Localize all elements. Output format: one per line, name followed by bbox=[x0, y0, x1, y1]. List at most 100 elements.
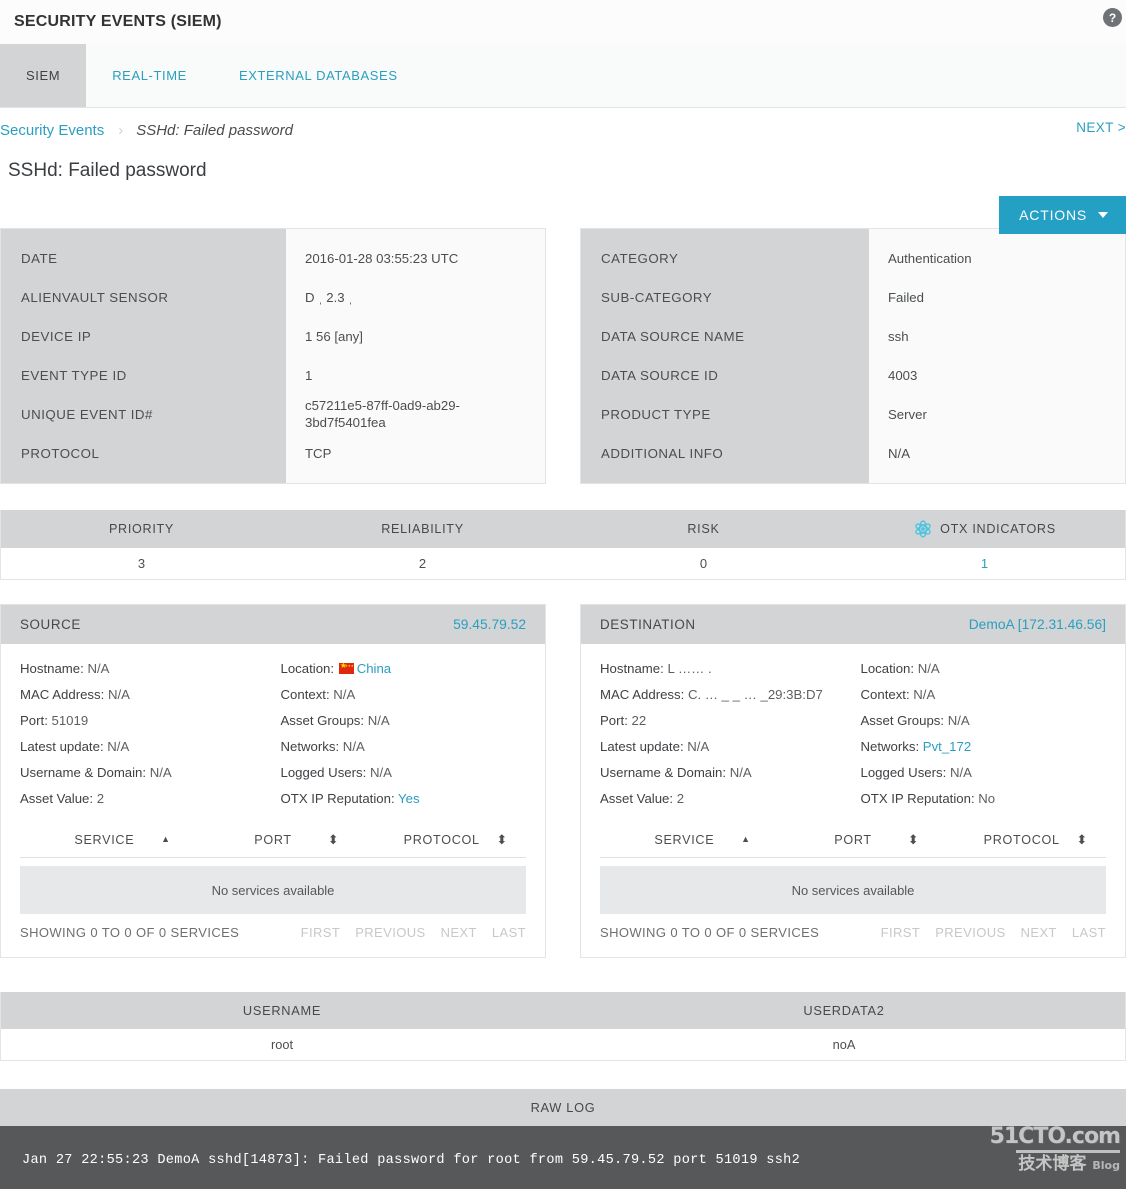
destination-card-body: Hostname: L …… . MAC Address: C. … _ _ …… bbox=[581, 644, 1125, 957]
metrics-value-otx-indicators[interactable]: 1 bbox=[844, 556, 1125, 571]
source-pager-first[interactable]: FIRST bbox=[301, 925, 341, 940]
metrics-header-row: PRIORITY RELIABILITY RISK OTX INDICATORS bbox=[1, 510, 1125, 548]
info-label-category: CATEGORY bbox=[601, 251, 679, 266]
source-services-col-service[interactable]: SERVICE bbox=[20, 833, 189, 847]
destination-pager-next[interactable]: NEXT bbox=[1021, 925, 1057, 940]
source-pager-next[interactable]: NEXT bbox=[441, 925, 477, 940]
destination-location: Location: N/A bbox=[860, 661, 940, 676]
event-info-right-labels: CATEGORY SUB-CATEGORY DATA SOURCE NAME D… bbox=[581, 229, 869, 483]
source-col-service-label: SERVICE bbox=[74, 832, 135, 847]
source-mac-key: MAC Address bbox=[20, 687, 101, 702]
sort-both-icon[interactable] bbox=[328, 833, 340, 847]
sort-both-icon[interactable] bbox=[1076, 833, 1088, 847]
destination-pager-previous[interactable]: PREVIOUS bbox=[935, 925, 1005, 940]
sort-both-icon[interactable] bbox=[908, 833, 920, 847]
source-ip-link[interactable]: 59.45.79.52 bbox=[453, 617, 526, 632]
source-services-col-protocol[interactable]: PROTOCOL bbox=[357, 833, 526, 847]
raw-log-section: RAW LOG Jan 27 22:55:23 DemoA sshd[14873… bbox=[0, 1089, 1126, 1189]
info-value-sub-category: Failed bbox=[888, 290, 924, 305]
source-username-domain: Username & Domain: N/A bbox=[20, 765, 172, 780]
chevron-down-icon bbox=[1098, 212, 1108, 218]
destination-pager-last[interactable]: LAST bbox=[1072, 925, 1106, 940]
source-asset-groups: Asset Groups: N/A bbox=[280, 713, 390, 728]
actions-row: ACTIONS bbox=[0, 182, 1126, 234]
source-port-value: 51019 bbox=[51, 713, 89, 728]
source-asset-value: Asset Value: 2 bbox=[20, 791, 105, 806]
sort-asc-icon[interactable] bbox=[741, 834, 751, 845]
destination-networks-key: Networks bbox=[860, 739, 916, 754]
source-otx-rep-key: OTX IP Reputation bbox=[280, 791, 391, 806]
app-header: SECURITY EVENTS (SIEM) ? bbox=[0, 0, 1126, 44]
destination-services-header: SERVICE PORT PROTOCOL bbox=[600, 822, 1106, 858]
next-event-link[interactable]: NEXT > bbox=[1076, 120, 1126, 135]
destination-hostname-value: L …… . bbox=[667, 661, 712, 676]
destination-col-service-label: SERVICE bbox=[654, 832, 715, 847]
security-events-page: SECURITY EVENTS (SIEM) ? SIEM REAL-TIME … bbox=[0, 0, 1126, 1189]
destination-hostname: Hostname: L …… . bbox=[600, 661, 712, 676]
info-value-alienvault-sensor: D ˌ 2.3 ˌ bbox=[305, 290, 353, 305]
metrics-header-otx-label: OTX INDICATORS bbox=[940, 522, 1056, 536]
info-label-date: DATE bbox=[21, 251, 58, 266]
sort-both-icon[interactable] bbox=[496, 833, 508, 847]
user-data-cell-userdata2: noA bbox=[832, 1037, 856, 1052]
info-value-product-type: Server bbox=[888, 407, 927, 422]
source-otx-rep-value[interactable]: Yes bbox=[398, 791, 420, 806]
destination-pager-first[interactable]: FIRST bbox=[881, 925, 921, 940]
breadcrumb-current: SSHd: Failed password bbox=[136, 121, 293, 139]
info-value-data-source-id: 4003 bbox=[888, 368, 918, 383]
raw-log-title: RAW LOG bbox=[0, 1089, 1126, 1126]
user-data-table: USERNAME USERDATA2 root noA bbox=[0, 992, 1126, 1061]
destination-services-col-port[interactable]: PORT bbox=[769, 833, 938, 847]
source-hostname: Hostname: N/A bbox=[20, 661, 110, 676]
source-username-key: Username & Domain bbox=[20, 765, 143, 780]
event-info-right-values: Authentication Failed ssh 4003 Server N/… bbox=[869, 229, 1125, 483]
destination-services-pager: FIRST PREVIOUS NEXT LAST bbox=[881, 925, 1106, 940]
source-services-pager: FIRST PREVIOUS NEXT LAST bbox=[301, 925, 526, 940]
source-hostname-value: N/A bbox=[87, 661, 110, 676]
destination-asset-groups-value: N/A bbox=[947, 713, 970, 728]
destination-services-col-service[interactable]: SERVICE bbox=[600, 833, 769, 847]
breadcrumb-root-link[interactable]: Security Events bbox=[0, 122, 104, 139]
metrics-value-risk: 0 bbox=[699, 556, 708, 571]
help-icon[interactable]: ? bbox=[1103, 8, 1122, 27]
tab-siem[interactable]: SIEM bbox=[0, 44, 87, 107]
destination-username-domain: Username & Domain: N/A bbox=[600, 765, 752, 780]
source-context: Context: N/A bbox=[280, 687, 356, 702]
info-value-protocol: TCP bbox=[305, 446, 332, 461]
destination-title: DESTINATION bbox=[600, 617, 696, 632]
tab-external-databases[interactable]: EXTERNAL DATABASES bbox=[213, 44, 424, 107]
metrics-header-otx-indicators: OTX INDICATORS bbox=[844, 519, 1125, 539]
source-networks: Networks: N/A bbox=[280, 739, 365, 754]
source-left-fields: Hostname: N/A MAC Address: N/A Port: 510… bbox=[20, 656, 266, 812]
source-asset-value-value: 2 bbox=[96, 791, 105, 806]
destination-networks-value[interactable]: Pvt_172 bbox=[923, 739, 971, 754]
source-location-value[interactable]: China bbox=[357, 661, 391, 676]
destination-username-key: Username & Domain bbox=[600, 765, 723, 780]
source-services-col-port[interactable]: PORT bbox=[189, 833, 358, 847]
source-logged-users: Logged Users: N/A bbox=[280, 765, 392, 780]
destination-latest-update: Latest update: N/A bbox=[600, 739, 710, 754]
destination-services-col-protocol[interactable]: PROTOCOL bbox=[937, 833, 1106, 847]
source-latest-update-value: N/A bbox=[107, 739, 130, 754]
actions-button[interactable]: ACTIONS bbox=[999, 196, 1126, 234]
source-location: Location: China bbox=[281, 656, 527, 682]
source-networks-key: Networks bbox=[280, 739, 336, 754]
source-asset-groups-key: Asset Groups bbox=[280, 713, 361, 728]
user-data-cell-username: root bbox=[270, 1037, 294, 1052]
info-value-category: Authentication bbox=[888, 251, 972, 266]
tab-real-time[interactable]: REAL-TIME bbox=[86, 44, 213, 107]
destination-ip-link[interactable]: DemoA [172.31.46.56] bbox=[969, 617, 1106, 632]
event-info-left-labels: DATE ALIENVAULT SENSOR DEVICE IP EVENT T… bbox=[1, 229, 286, 483]
source-pager-previous[interactable]: PREVIOUS bbox=[355, 925, 425, 940]
source-services-footer: SHOWING 0 TO 0 OF 0 SERVICES FIRST PREVI… bbox=[20, 914, 526, 951]
info-value-device-ip: 1 56 [any] bbox=[305, 329, 363, 344]
source-services-header: SERVICE PORT PROTOCOL bbox=[20, 822, 526, 858]
destination-otx-rep-value: No bbox=[978, 791, 996, 806]
event-info-left-card: DATE ALIENVAULT SENSOR DEVICE IP EVENT T… bbox=[0, 228, 546, 484]
source-pager-last[interactable]: LAST bbox=[492, 925, 526, 940]
info-label-additional-info: ADDITIONAL INFO bbox=[601, 446, 724, 461]
sort-asc-icon[interactable] bbox=[161, 834, 171, 845]
source-hostname-key: Hostname bbox=[20, 661, 81, 676]
source-mac-value: N/A bbox=[107, 687, 130, 702]
source-asset-groups-value: N/A bbox=[367, 713, 390, 728]
